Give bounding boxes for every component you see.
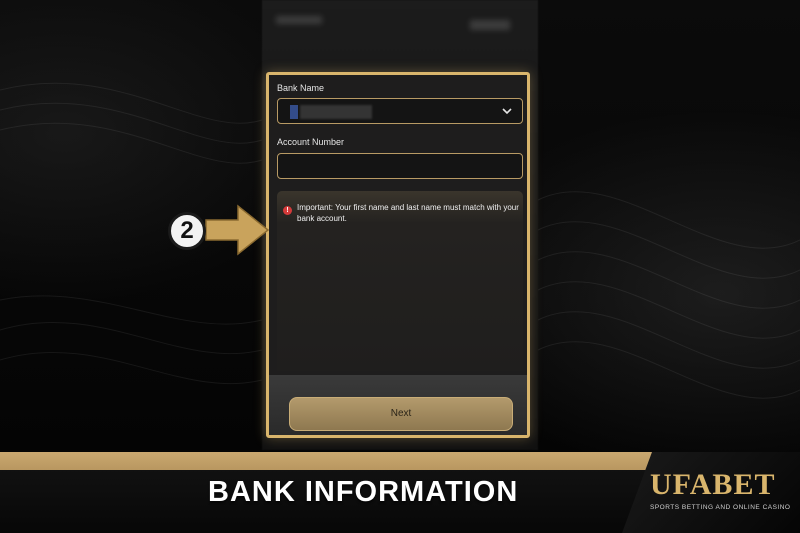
arrow-right-icon [205,204,270,256]
account-number-input[interactable] [277,153,523,179]
brand-logo: UFABET [650,468,776,501]
brand-tagline: SPORTS BETTING AND ONLINE CASINO [650,504,791,511]
notice-text: Important: Your first name and last name… [297,203,519,223]
form-footer: Next [269,375,527,435]
step-number-badge: 2 [168,212,206,250]
bank-name-label: Bank Name [277,83,325,93]
blurred-element [470,20,510,30]
important-notice: ! Important: Your first name and last na… [277,191,523,371]
bank-logo-redacted [290,105,298,119]
next-button[interactable]: Next [289,397,513,431]
blurred-header [270,8,530,64]
account-number-label: Account Number [277,137,345,147]
chevron-down-icon [502,108,512,115]
bank-name-select[interactable] [277,98,523,124]
page-title: BANK INFORMATION [208,476,519,508]
warning-icon: ! [283,206,292,215]
blurred-element [276,16,322,24]
bank-form-card: Bank Name Account Number ! Important: Yo… [266,72,530,438]
bank-name-redacted [300,105,372,119]
